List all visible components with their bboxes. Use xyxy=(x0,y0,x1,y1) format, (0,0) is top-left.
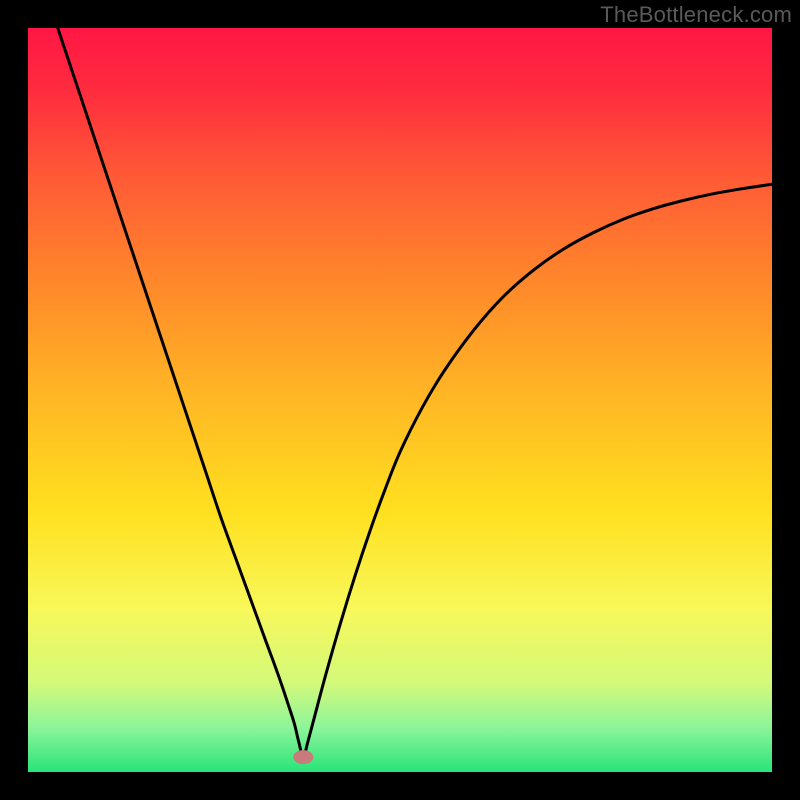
chart-svg xyxy=(28,28,772,772)
gradient-background xyxy=(28,28,772,772)
optimum-marker xyxy=(293,750,313,764)
chart-frame: TheBottleneck.com xyxy=(0,0,800,800)
plot-area xyxy=(28,28,772,772)
watermark-text: TheBottleneck.com xyxy=(600,2,792,28)
